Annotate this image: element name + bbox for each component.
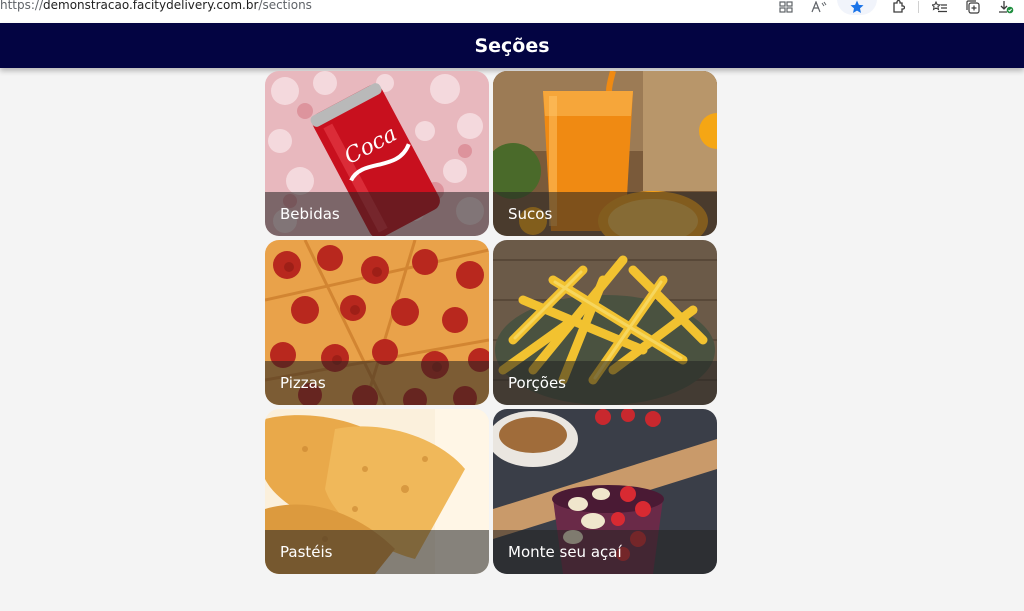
star-icon [850,0,864,13]
section-label-bar: Sucos [493,192,717,236]
section-label-bar: Pizzas [265,361,489,405]
app-available-icon[interactable] [774,0,798,14]
favorite-star-button[interactable] [837,0,877,15]
browser-toolbar: https://demonstracao.facitydelivery.com.… [0,0,1024,23]
url-host: demonstracao.facitydelivery.com.br [43,0,259,12]
section-label-bar: Pastéis [265,530,489,574]
collections-icon[interactable] [961,0,985,14]
app-header: Seções [0,23,1024,68]
favorites-list-icon[interactable] [928,0,952,14]
section-card-sucos[interactable]: Sucos [493,71,717,236]
page-title: Seções [474,34,550,57]
read-aloud-icon[interactable] [807,0,831,14]
section-label-bar: Porções [493,361,717,405]
section-label-bar: Bebidas [265,192,489,236]
downloads-icon[interactable] [994,0,1018,14]
url-scheme: https:// [0,0,44,12]
section-card-pasteis[interactable]: Pastéis [265,409,489,574]
url-path: /sections [258,0,312,12]
section-label: Pastéis [280,543,333,561]
sections-grid: Coca Bebidas Sucos Pizzas Porções Pastéi… [265,71,717,574]
section-label: Bebidas [280,205,340,223]
address-bar[interactable]: https://demonstracao.facitydelivery.com.… [0,0,312,12]
section-label-bar: Monte seu açaí [493,530,717,574]
section-card-monte-seu-acai[interactable]: Monte seu açaí [493,409,717,574]
section-label: Monte seu açaí [508,543,622,561]
extensions-puzzle-icon[interactable] [886,0,910,14]
browser-toolbar-icons [765,0,1018,15]
section-label: Porções [508,374,566,392]
section-label: Pizzas [280,374,326,392]
section-card-porcoes[interactable]: Porções [493,240,717,405]
section-card-bebidas[interactable]: Coca Bebidas [265,71,489,236]
section-label: Sucos [508,205,553,223]
section-card-pizzas[interactable]: Pizzas [265,240,489,405]
toolbar-divider [918,1,919,13]
